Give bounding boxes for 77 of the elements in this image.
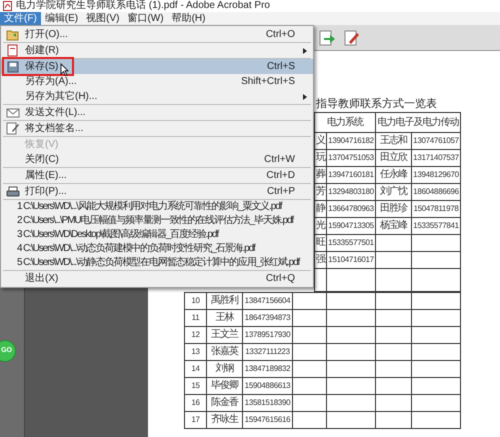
envelope-icon	[6, 108, 20, 118]
folder-icon	[6, 28, 20, 40]
printer-icon	[6, 186, 20, 198]
table-cell: 15335577841	[412, 218, 460, 234]
table-cell: 张嘉英	[206, 344, 242, 360]
menu-bar-item[interactable]: 编辑(E)	[40, 12, 82, 25]
table-cell: 禹胜利	[206, 292, 242, 310]
table-cell: 15947615616	[242, 412, 292, 428]
mouse-cursor-icon	[60, 63, 69, 76]
table-cell: 毕俊卿	[206, 378, 242, 394]
table-cell: 13947160181	[326, 166, 376, 184]
table-cell: 13327111223	[242, 344, 292, 360]
table-cell: 刘广忱	[376, 184, 412, 200]
table-cell: 14	[184, 360, 206, 378]
table-cell: 刘钢	[206, 360, 242, 378]
menu-item[interactable]: 另存为其它(H)...	[1, 89, 313, 104]
document-icon	[6, 44, 20, 57]
recent-file-item[interactable]: 3 C:\Users\WD\Desktop\截图\高级编辑器_百度经验.pdf	[1, 228, 313, 242]
recent-file-item[interactable]: 2 C:\Users\...\PMU电压幅值与频率量测一致性的在线评估方法_毕天姝.pdf	[1, 214, 313, 228]
table-cell: 田立欣	[376, 150, 412, 166]
highlight-frame	[2, 57, 74, 76]
table-cell: 13581518390	[242, 394, 292, 412]
menu-bar-item[interactable]: 窗口(W)	[123, 12, 168, 25]
menu-item[interactable]: 另存为(A)... Shift+Ctrl+S	[1, 74, 313, 89]
table-cell: 18604886696	[412, 184, 460, 200]
menu-item[interactable]: 关闭(C) Ctrl+W	[1, 152, 313, 167]
menu-item[interactable]: 将文档签名...	[1, 121, 313, 136]
table-cell: 任永峰	[376, 166, 412, 184]
table-cell: 13	[184, 344, 206, 360]
table-cell: 13847189832	[242, 360, 292, 378]
table-cell: 杨宝峰	[376, 218, 412, 234]
menu-bar-item[interactable]: 文件(F)	[0, 12, 41, 25]
table-cell: 15	[184, 378, 206, 394]
table-cell: 15904886613	[242, 378, 292, 394]
table-cell: 10	[184, 292, 206, 310]
table-cell: 王文兰	[206, 326, 242, 344]
menu-bar-item[interactable]: 帮助(H)	[168, 12, 210, 25]
menu-item[interactable]: 打开(O)... Ctrl+O	[1, 27, 313, 42]
table-cell: 15047811978	[412, 200, 460, 218]
arrow-document-icon[interactable]	[318, 28, 336, 46]
table-cell: 王志和	[376, 132, 412, 150]
table-cell: 齐咏生	[206, 412, 242, 428]
table-cell: 13789517930	[242, 326, 292, 344]
table-cell: 11	[184, 310, 206, 326]
table-cell: 18647394873	[242, 310, 292, 326]
menu-item[interactable]: 保存(S) Ctrl+S	[1, 59, 313, 74]
table-cell: 13948129670	[412, 166, 460, 184]
table-header: 电力电子及电力传动	[376, 112, 460, 132]
menu-bar-item[interactable]: 视图(V)	[82, 12, 124, 25]
table-cell: 田胜珍	[376, 200, 412, 218]
menu-item[interactable]: 退出(X) Ctrl+Q	[1, 271, 313, 286]
table-cell: 15904713305	[326, 218, 376, 234]
recent-file-item[interactable]: 1 C:\Users\WD\...\风能大规模利用对电力系统可靠性的影响_粟文义.pdf	[1, 200, 313, 214]
menu-item[interactable]: 创建(R)	[1, 43, 313, 58]
table-cell: 13704751053	[326, 150, 376, 166]
table-cell: 12	[184, 326, 206, 344]
table-cell: 17	[184, 412, 206, 428]
table-cell: 16	[184, 394, 206, 412]
menu-item[interactable]: 打印(P)... Ctrl+P	[1, 184, 313, 199]
document-heading: 指导教师联系方式一览表	[316, 96, 438, 112]
recent-file-item[interactable]: 5 C:\Users\WD\...\动静态负荷模型在电网暂态稳定计算中的应用_张红斌.pdf	[1, 256, 313, 270]
table-cell: 陈金香	[206, 394, 242, 412]
pen-document-icon[interactable]	[344, 28, 360, 46]
table-cell: 15104716017	[326, 252, 376, 268]
table-cell: 15335577501	[326, 234, 376, 252]
table-cell: 13171407537	[412, 150, 460, 166]
table-cell: 13847156604	[242, 292, 292, 310]
table-cell: 13074761057	[412, 132, 460, 150]
recent-file-item[interactable]: 4 C:\Users\WD\...\动态负荷建模中的负荷时变性研究_石景海.pdf	[1, 242, 313, 256]
pen-document-icon	[6, 122, 20, 135]
table-cell: 13294803180	[326, 184, 376, 200]
table-header: 电力系统	[314, 112, 376, 132]
table-cell: 13904716182	[326, 132, 376, 150]
table-cell: 13664780963	[326, 200, 376, 218]
menu-item[interactable]: 属性(E)... Ctrl+D	[1, 168, 313, 183]
menu-item[interactable]: 发送文件(L)...	[1, 105, 313, 120]
table-cell: 王林	[206, 310, 242, 326]
